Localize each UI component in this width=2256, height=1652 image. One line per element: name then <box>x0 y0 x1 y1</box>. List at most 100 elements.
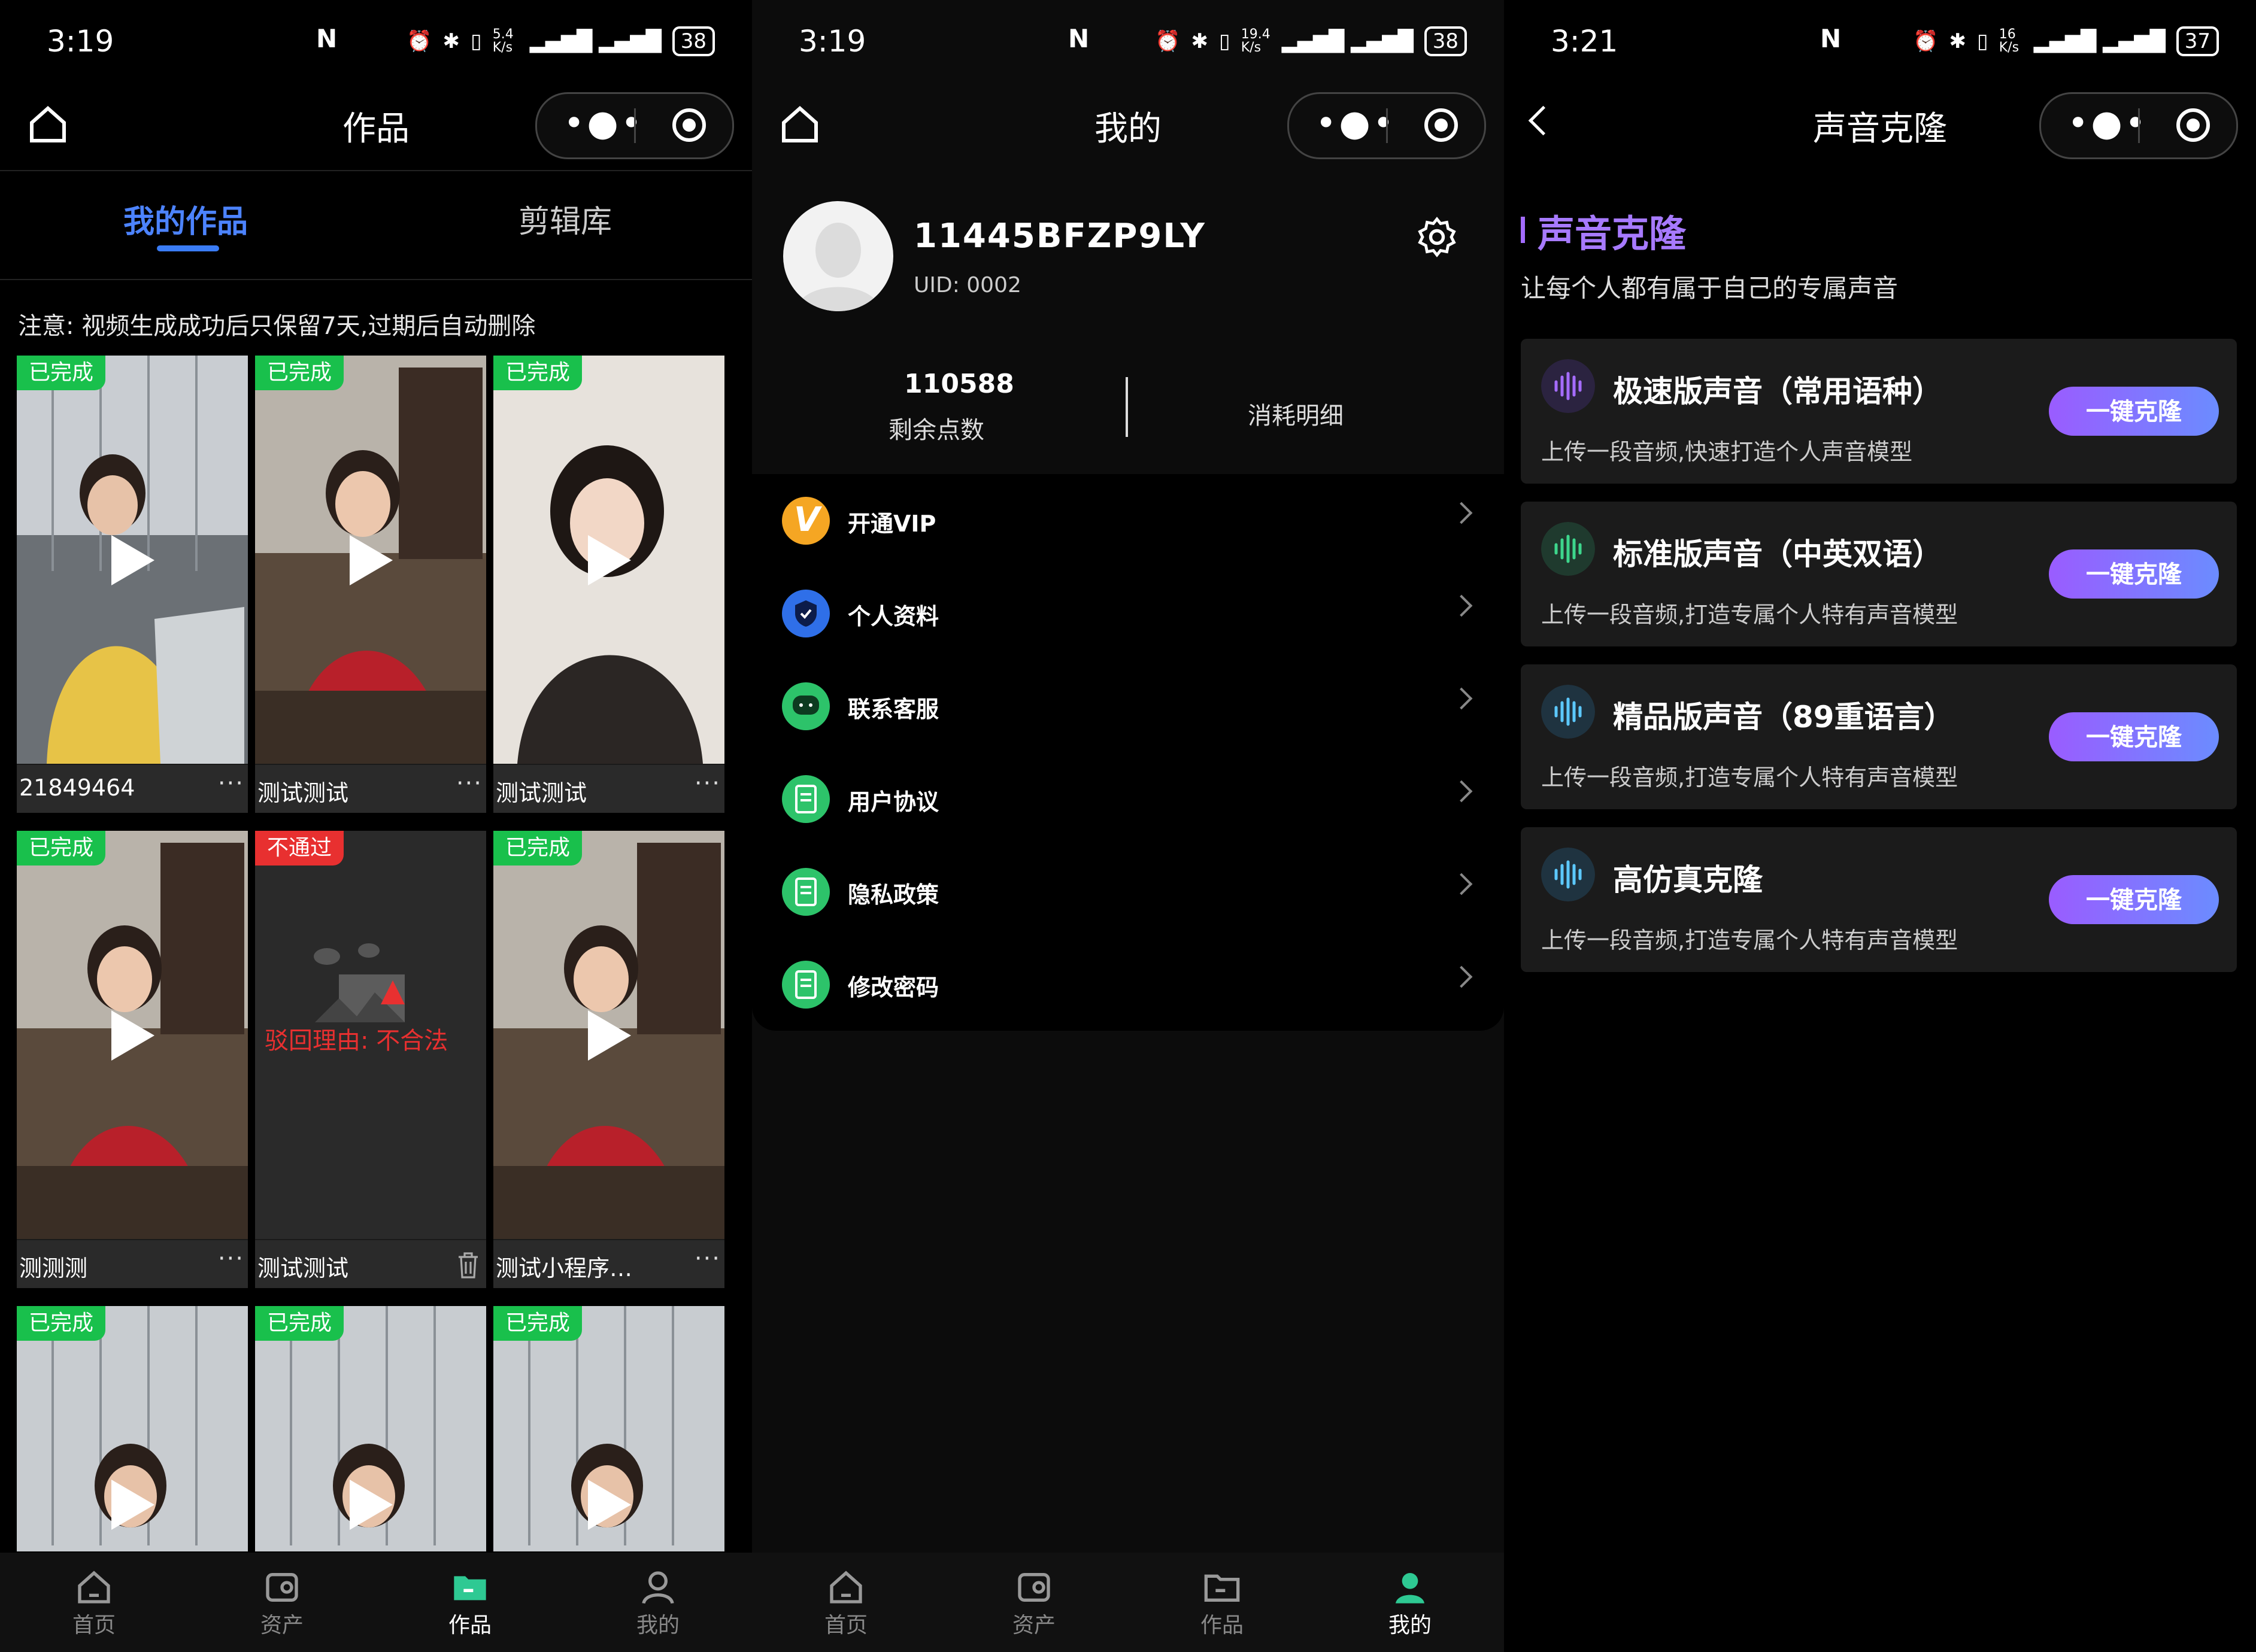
play-icon[interactable] <box>111 1480 154 1530</box>
more-icon[interactable]: ··· <box>695 770 721 797</box>
user-uid: UID: 0002 <box>914 273 1021 297</box>
clone-button[interactable]: 一键克隆 <box>2049 387 2219 436</box>
tab-assets[interactable]: 资产 <box>188 1553 376 1652</box>
tab-library[interactable]: 剪辑库 <box>518 196 612 241</box>
tab-mine[interactable]: 我的 <box>564 1553 752 1652</box>
video-thumbnail[interactable]: 驳回理由: 不合法 不通过 <box>255 831 486 1239</box>
work-card[interactable]: 驳回理由: 不合法 不通过 测试测试 <box>255 831 486 1288</box>
tab-home[interactable]: 首页 <box>752 1553 940 1652</box>
work-card[interactable]: 已完成 测测测 ··· <box>17 831 248 1288</box>
screen-mine: 3:19 N ⏰ ✱ ▯ 19.4 K/s ▂▄▆█ ▂▄▆█ 38 我的 •●… <box>752 0 1504 1652</box>
more-icon[interactable]: ··· <box>695 1245 721 1273</box>
video-thumbnail[interactable]: 已完成 <box>493 356 724 764</box>
more-menu-icon[interactable]: •●• <box>2067 102 2148 144</box>
work-card[interactable]: 已完成 <box>255 1306 486 1551</box>
work-card[interactable]: 已完成 测试测试 ··· <box>255 356 486 813</box>
heading-accent-bar <box>1521 217 1525 243</box>
clone-button[interactable]: 一键克隆 <box>2049 875 2219 924</box>
mini-capsule: •●• <box>2039 92 2238 159</box>
clone-button[interactable]: 一键克隆 <box>2049 549 2219 599</box>
work-name: 测试小程序… <box>496 1255 633 1281</box>
play-icon[interactable] <box>111 1010 154 1061</box>
play-icon[interactable] <box>111 535 154 585</box>
play-icon[interactable] <box>588 1480 631 1530</box>
more-icon[interactable]: ··· <box>218 1245 244 1273</box>
consume-detail-link[interactable]: 消耗明细 <box>1248 396 1344 431</box>
play-icon[interactable] <box>588 535 631 585</box>
tab-works[interactable]: 作品 <box>1128 1553 1316 1652</box>
vibrate-icon: ▯ <box>471 29 482 53</box>
video-thumbnail[interactable]: 已完成 <box>17 356 248 764</box>
menu-item-agreement[interactable]: 用户协议 <box>752 752 1504 845</box>
work-card[interactable]: 已完成 测试测试 ··· <box>493 356 724 813</box>
video-thumbnail[interactable]: 已完成 <box>17 1306 248 1551</box>
menu-item-vip[interactable]: V 开通VIP <box>752 474 1504 567</box>
video-thumbnail[interactable]: 已完成 <box>255 356 486 764</box>
waveform-icon <box>1541 685 1595 739</box>
folder-icon <box>1204 1574 1240 1602</box>
vibrate-icon: ▯ <box>1219 29 1230 53</box>
menu-item-privacy[interactable]: 隐私政策 <box>752 845 1504 938</box>
work-card[interactable]: 已完成 测试小程序… ··· <box>493 831 724 1288</box>
alarm-icon: ⏰ <box>407 29 432 53</box>
chevron-right-icon <box>1450 965 1473 988</box>
video-thumbnail[interactable]: 已完成 <box>493 1306 724 1551</box>
voice-card-desc: 上传一段音频,打造专属个人特有声音模型 <box>1541 764 1958 791</box>
voice-card-hifi: 高仿真克隆 上传一段音频,打造专属个人特有声音模型 一键克隆 <box>1521 827 2237 972</box>
signal-icon: ▂▄▆█ ▂▄▆█ <box>1281 29 1414 53</box>
voice-card-premium: 精品版声音（89重语言） 上传一段音频,打造专属个人特有声音模型 一键克隆 <box>1521 664 2237 809</box>
gear-icon[interactable] <box>1415 215 1458 259</box>
tab-my-works[interactable]: 我的作品 <box>123 196 248 241</box>
menu-item-profile[interactable]: 个人资料 <box>752 567 1504 660</box>
net-speed: 5.4 K/s <box>492 27 514 55</box>
stats-divider <box>1126 377 1128 437</box>
card-caption: 21849464 ··· <box>17 765 248 813</box>
work-name: 测测测 <box>19 1255 88 1281</box>
more-menu-icon[interactable]: •●• <box>563 102 644 144</box>
clone-button[interactable]: 一键克隆 <box>2049 712 2219 761</box>
card-caption: 测试测试 ··· <box>493 765 724 813</box>
video-thumbnail[interactable]: 已完成 <box>493 831 724 1239</box>
folder-icon <box>454 1576 486 1601</box>
capsule-divider <box>1386 108 1388 143</box>
work-card[interactable]: 已完成 <box>17 1306 248 1551</box>
tab-assets[interactable]: 资产 <box>940 1553 1128 1652</box>
waveform-icon <box>1541 359 1595 413</box>
tab-works[interactable]: 作品 <box>376 1553 564 1652</box>
status-badge: 已完成 <box>255 356 344 390</box>
bottom-tabbar: 首页 资产 作品 我的 <box>752 1553 1504 1652</box>
bluetooth-icon: ✱ <box>442 29 460 53</box>
section-heading: 声音克隆 <box>1538 212 1687 256</box>
work-card[interactable]: 已完成 <box>493 1306 724 1551</box>
chevron-right-icon <box>1450 873 1473 895</box>
close-target-icon[interactable] <box>672 108 706 142</box>
play-icon[interactable] <box>350 535 393 585</box>
close-target-icon[interactable] <box>1424 108 1458 142</box>
tab-label: 首页 <box>824 1613 868 1638</box>
tab-mine[interactable]: 我的 <box>1316 1553 1504 1652</box>
shield-icon <box>782 590 830 637</box>
user-icon <box>642 1571 674 1604</box>
menu-item-service[interactable]: 联系客服 <box>752 660 1504 752</box>
menu-label: 联系客服 <box>848 696 939 722</box>
more-menu-icon[interactable]: •●• <box>1315 102 1396 144</box>
work-card[interactable]: 已完成 21849464 ··· <box>17 356 248 813</box>
signal-icon: ▂▄▆█ ▂▄▆█ <box>2033 29 2166 53</box>
more-icon[interactable]: ··· <box>218 770 244 797</box>
trash-icon[interactable] <box>455 1251 481 1280</box>
close-target-icon[interactable] <box>2176 108 2210 142</box>
battery-icon: 37 <box>2176 26 2219 56</box>
menu-item-password[interactable]: 修改密码 <box>752 938 1504 1031</box>
tab-home[interactable]: 首页 <box>0 1553 188 1652</box>
status-badge: 已完成 <box>17 831 106 866</box>
more-icon[interactable]: ··· <box>456 770 483 797</box>
video-thumbnail[interactable]: 已完成 <box>17 831 248 1239</box>
section-subtitle: 让每个人都有属于自己的专属声音 <box>1521 274 1899 303</box>
play-icon[interactable] <box>350 1480 393 1530</box>
waveform-icon <box>1541 522 1595 576</box>
video-thumbnail[interactable]: 已完成 <box>255 1306 486 1551</box>
play-icon[interactable] <box>588 1010 631 1061</box>
signal-icon: ▂▄▆█ ▂▄▆█ <box>529 29 662 53</box>
avatar[interactable] <box>783 201 893 311</box>
bluetooth-icon: ✱ <box>1191 29 1209 53</box>
